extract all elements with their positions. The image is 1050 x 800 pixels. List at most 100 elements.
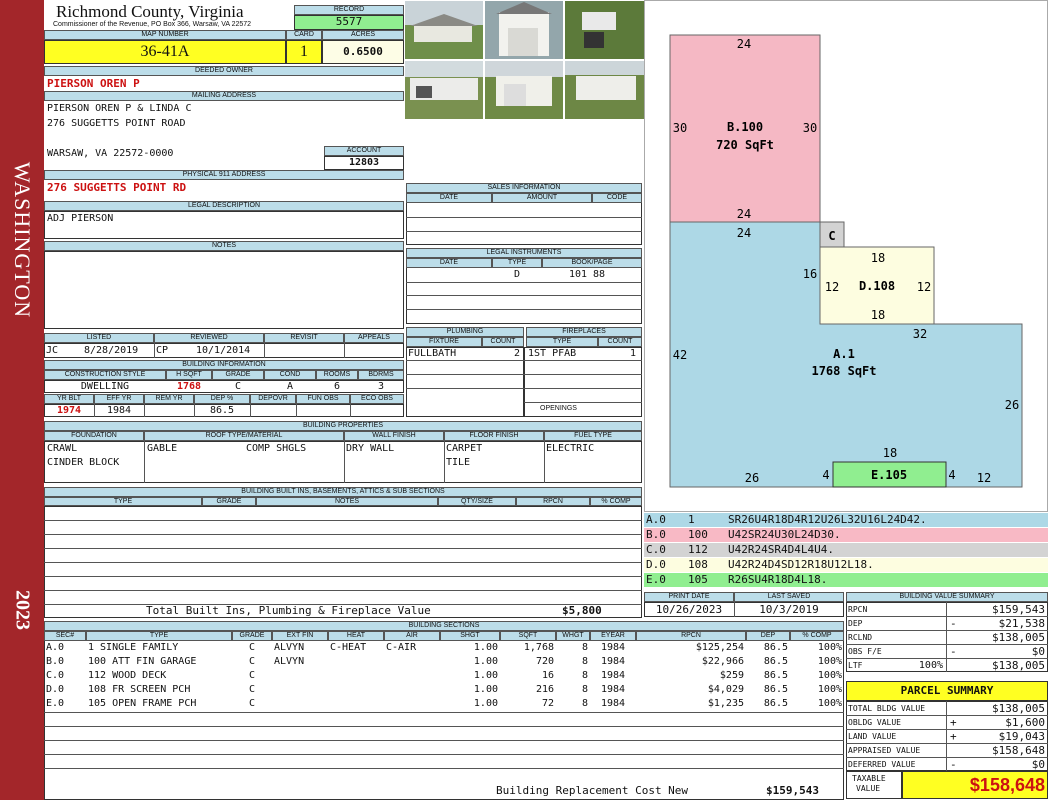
legal-description: ADJ PIERSON xyxy=(47,213,114,224)
photo-4 xyxy=(405,61,483,119)
section-cell: $259 xyxy=(719,670,744,681)
section-cell: 1.00 xyxy=(473,670,498,681)
wall-finish: DRY WALL xyxy=(346,443,395,454)
taxable-value: $158,648 xyxy=(969,775,1045,795)
last-saved-date: 10/3/2019 xyxy=(759,603,819,616)
dim-a-32: 32 xyxy=(913,327,927,341)
section-cell: $1,235 xyxy=(707,698,744,709)
obs-value: $0 xyxy=(1031,645,1045,658)
plumbing-col-count: COUNT xyxy=(482,337,524,347)
ps-divider xyxy=(946,701,947,771)
section-cell: 1 SINGLE FAMILY xyxy=(88,642,179,653)
section-cell: C xyxy=(248,684,256,695)
builtins-header: BUILDING BUILT INS, BASEMENTS, ATTICS & … xyxy=(44,487,642,497)
section-cell: 100 ATT FIN GARAGE xyxy=(88,656,197,667)
section-cell: 72 xyxy=(541,698,554,709)
mailing-line-3: WARSAW, VA 22572-0000 xyxy=(47,148,174,159)
total-bldg-value: $138,005 xyxy=(992,702,1045,715)
dim-a-16: 16 xyxy=(803,267,817,281)
dim-b-top: 24 xyxy=(737,37,751,51)
prop-col-wall: WALL FINISH xyxy=(344,431,444,441)
reviewed-by: CP xyxy=(156,345,169,356)
acres-value: 0.6500 xyxy=(343,45,383,58)
dim-b-left: 30 xyxy=(673,121,687,135)
listed-by: JC xyxy=(46,345,59,356)
dim-a-top: 24 xyxy=(737,226,751,240)
section-cell: 8 xyxy=(581,684,588,695)
obldg-label: OBLDG VALUE xyxy=(848,718,901,727)
section-cell: C xyxy=(248,642,256,653)
photo-2 xyxy=(485,1,563,59)
grade-value: C xyxy=(234,381,242,392)
section-col-5: AIR xyxy=(384,631,440,641)
legend-code: 105 xyxy=(688,573,708,586)
section-cell: 112 WOOD DECK xyxy=(88,670,167,681)
commissioner-address: Commissioner of the Revenue, PO Box 366,… xyxy=(53,21,252,28)
obs-label: OBS F/E xyxy=(848,647,882,656)
bi-col-style: CONSTRUCTION STYLE xyxy=(44,370,166,380)
section-col-12: % COMP xyxy=(790,631,844,641)
section-cell: 1,768 xyxy=(523,642,554,653)
building-info-header: BUILDING INFORMATION xyxy=(44,360,404,370)
section-cell: C-HEAT xyxy=(330,642,367,653)
rclnd-value: $138,005 xyxy=(992,631,1045,644)
foundation-1: CRAWL xyxy=(47,443,78,454)
bi-col-cond: COND xyxy=(264,370,316,380)
mailing-line-1: PIERSON OREN P & LINDA C xyxy=(47,103,192,114)
section-cell: 100% xyxy=(817,670,842,681)
li-col-date: DATE xyxy=(406,258,492,268)
section-cell: $22,966 xyxy=(701,656,744,667)
section-cell: 16 xyxy=(541,670,554,681)
section-col-9: EYEAR xyxy=(590,631,636,641)
account-number: 12803 xyxy=(348,157,380,168)
bi-col-hsqft: H SQFT xyxy=(166,370,212,380)
legend-path: R26SU4R18D4L18. xyxy=(728,573,828,586)
sketch-b-label: B.100 xyxy=(727,120,763,134)
bi-col-yrblt: YR BLT xyxy=(44,394,94,404)
floor-finish-1: CARPET xyxy=(446,443,483,454)
legal-description-header: LEGAL DESCRIPTION xyxy=(44,201,404,211)
builtins-row-line xyxy=(44,534,642,535)
li-row-line xyxy=(406,309,642,310)
dim-e-right: 4 xyxy=(948,468,955,482)
rclnd-label: RCLND xyxy=(848,633,873,642)
legend-sec: E.0 xyxy=(646,573,666,586)
listing-divider xyxy=(344,343,345,358)
deferred-label: DEFERRED VALUE xyxy=(848,760,916,769)
li-row-line xyxy=(406,295,642,296)
openings-label: OPENINGS xyxy=(540,405,577,412)
heated-sqft: 1768 xyxy=(176,381,202,392)
print-date: 10/26/2023 xyxy=(655,603,723,616)
section-col-3: EXT FIN xyxy=(272,631,328,641)
li-col-bookpage: BOOK/PAGE xyxy=(542,258,642,268)
section-cell: C-AIR xyxy=(386,642,417,653)
bi2-col-qty: QTY/SIZE xyxy=(438,497,516,506)
pf-row-line xyxy=(406,374,642,375)
section-col-10: RPCN xyxy=(636,631,746,641)
rpcn-label: RPCN xyxy=(848,605,868,614)
dim-e-top: 18 xyxy=(883,446,897,460)
dim-b-bottom: 24 xyxy=(737,207,751,221)
properties-header: BUILDING PROPERTIES xyxy=(44,421,642,431)
construction-style: DWELLING xyxy=(80,381,130,392)
bi2-col-type: TYPE xyxy=(44,497,202,506)
li-type: D xyxy=(513,269,521,280)
section-cell: C xyxy=(248,670,256,681)
vs-divider xyxy=(946,602,947,672)
ltf-pct: 100% xyxy=(918,660,943,671)
ltf-label: LTF xyxy=(848,661,863,670)
section-row-line xyxy=(44,768,844,769)
section-row-line xyxy=(44,726,844,727)
section-cell: 100% xyxy=(817,656,842,667)
section-cell: 100% xyxy=(817,642,842,653)
prop-col-foundation: FOUNDATION xyxy=(44,431,144,441)
dim-d-top: 18 xyxy=(871,251,885,265)
sketch-a-area: 1768 SqFt xyxy=(811,364,876,378)
roof-type: GABLE xyxy=(147,443,178,454)
dim-a-26-bottom: 26 xyxy=(745,471,759,485)
bi2-col-notes: NOTES xyxy=(256,497,438,506)
pf-row-line xyxy=(406,388,642,389)
card-number: 1 xyxy=(300,43,308,60)
reviewed-date: 10/1/2014 xyxy=(196,345,251,356)
notes-box xyxy=(44,251,404,329)
